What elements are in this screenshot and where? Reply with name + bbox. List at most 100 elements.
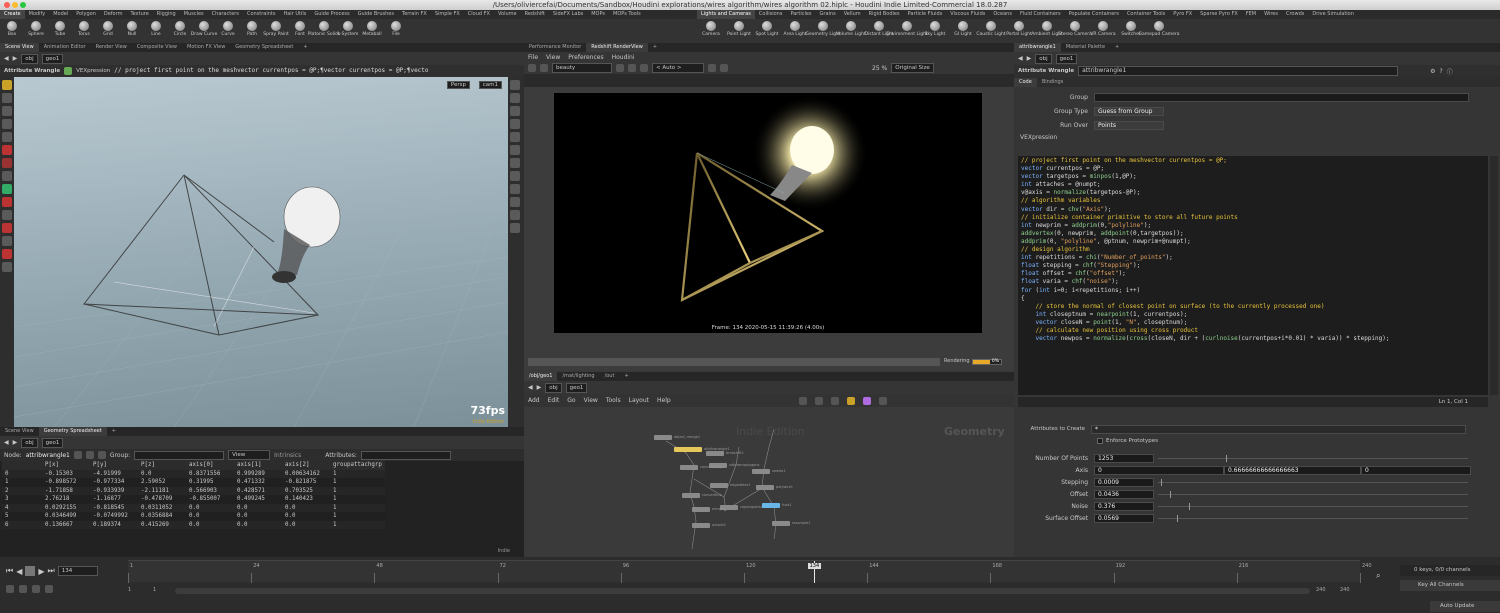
shelf-tab-right-5[interactable]: Rigid Bodies: [865, 10, 904, 19]
stepping-slider[interactable]: [1158, 478, 1468, 486]
zoom-window-button[interactable]: [20, 2, 26, 8]
view-dropdown[interactable]: View: [228, 450, 271, 460]
network-menu-go[interactable]: Go: [567, 397, 575, 404]
path-obj-4[interactable]: obj: [545, 382, 562, 393]
shelf_tools_right-6[interactable]: Distant Light: [865, 19, 893, 43]
shelf-tab-right-10[interactable]: Populate Containers: [1065, 10, 1123, 19]
shelf_tools_left-15[interactable]: Metaball: [360, 19, 384, 43]
range-start-field[interactable]: 1: [128, 587, 131, 593]
spreadsheet-col-header[interactable]: P[y]: [90, 461, 138, 470]
network-node[interactable]: [692, 523, 710, 528]
shelf-tab-right-6[interactable]: Particle Fluids: [904, 10, 947, 19]
shelf_tools_right-11[interactable]: Portal Light: [1005, 19, 1033, 43]
path-obj[interactable]: obj: [21, 53, 38, 64]
grid-icon[interactable]: [814, 396, 823, 405]
tab-render-view[interactable]: Render View: [91, 43, 132, 52]
zoom-value[interactable]: 25 %: [872, 65, 887, 72]
tab-code[interactable]: Code: [1014, 77, 1037, 87]
wrench-icon[interactable]: [798, 396, 807, 405]
shelf-tab-right-1[interactable]: Collisions: [755, 10, 787, 19]
offset-slider[interactable]: [1158, 490, 1468, 498]
snap-icon[interactable]: [2, 158, 12, 168]
shelf-tab-right-16[interactable]: Crowds: [1282, 10, 1308, 19]
param-node-name[interactable]: attribwrangle1: [1078, 66, 1399, 76]
range-end-field[interactable]: 240: [1316, 587, 1326, 593]
shelf_tools_right-16[interactable]: Gamepad Camera: [1139, 19, 1179, 43]
forward-arrow-icon[interactable]: ▶: [13, 55, 18, 62]
key-all-channels-button[interactable]: Key All Channels: [1400, 580, 1500, 591]
render-menu-houdini[interactable]: Houdini: [612, 54, 635, 61]
forward-arrow-icon-2[interactable]: ▶: [13, 439, 18, 446]
move-tool-icon[interactable]: [2, 93, 12, 103]
shelf-tab-5[interactable]: Texture: [126, 10, 152, 19]
shelf_tools_left-10[interactable]: Path: [240, 19, 264, 43]
vertex-attribs-icon[interactable]: [85, 451, 94, 459]
shelf_tools_right-1[interactable]: Point Light: [725, 19, 753, 43]
shelf-tab-4[interactable]: Deform: [100, 10, 127, 19]
grid-snap-icon[interactable]: [2, 171, 12, 181]
noise-field[interactable]: 0.376: [1094, 501, 1154, 511]
timeline-ruler[interactable]: 1 24 48 72 96 120 144 168 192 216 240 134: [128, 560, 1372, 583]
point-display-icon[interactable]: [510, 145, 520, 155]
shelf_tools_right-9[interactable]: GI Light: [949, 19, 977, 43]
shelf_tools_left-1[interactable]: Sphere: [24, 19, 48, 43]
shelf-tab-2[interactable]: Model: [49, 10, 72, 19]
shelf-tab-12[interactable]: Guide Brushes: [354, 10, 398, 19]
point-attribs-icon[interactable]: [73, 451, 82, 459]
network-node[interactable]: [710, 483, 728, 488]
normals-icon[interactable]: [510, 158, 520, 168]
gear-icon[interactable]: ⚙: [1430, 68, 1435, 75]
prim-snap-icon[interactable]: [2, 223, 12, 233]
path-geo1-2[interactable]: geo1: [41, 437, 64, 448]
shelf-tab-right-11[interactable]: Container Tools: [1123, 10, 1169, 19]
vex-code-editor[interactable]: // project first point on the meshvector…: [1018, 156, 1488, 395]
current-frame-field[interactable]: 134: [57, 566, 98, 576]
back-arrow-icon-4[interactable]: ◀: [528, 384, 533, 391]
point-snap-icon[interactable]: [2, 197, 12, 207]
link-icon[interactable]: [510, 210, 520, 220]
grid-display-icon[interactable]: [510, 197, 520, 207]
network-node[interactable]: [756, 485, 774, 490]
back-arrow-icon-5[interactable]: ◀: [1018, 55, 1023, 62]
shelf-tab-right-9[interactable]: Fluid Containers: [1016, 10, 1065, 19]
play-reverse-icon[interactable]: ◀: [16, 567, 22, 576]
aov-dropdown[interactable]: beauty: [552, 63, 612, 73]
magnet-tool-icon[interactable]: [2, 145, 12, 155]
shelf-tab-right-7[interactable]: Viscous Fluids: [946, 10, 989, 19]
shelf-tab-20[interactable]: MOPs Tools: [609, 10, 645, 19]
shelf_tools_left-3[interactable]: Torus: [72, 19, 96, 43]
network-node[interactable]: [674, 447, 702, 452]
network-node[interactable]: [654, 435, 672, 440]
group-type-dropdown[interactable]: Guess from Group: [1094, 106, 1164, 116]
tab-scene-view-2[interactable]: Scene View: [0, 427, 39, 436]
tab-geometry-spreadsheet-2[interactable]: Geometry Spreadsheet: [38, 427, 107, 436]
background-icon[interactable]: [510, 132, 520, 142]
loop-icon[interactable]: [45, 585, 53, 593]
shelf_tools_left-4[interactable]: Grid: [96, 19, 120, 43]
shelf-tab-19[interactable]: MOPs: [587, 10, 609, 19]
range-start-field-2[interactable]: 1: [153, 587, 156, 593]
table-row[interactable]: 5 0.0346499 -0.0749992 0.0356884 0.0 0.0 0.0 1: [2, 512, 385, 521]
color-icon[interactable]: [708, 64, 716, 72]
display-icon[interactable]: [2, 184, 12, 194]
table-row[interactable]: 1 -0.898572 -0.977334 2.59052 0.31995 0.47133…: [2, 478, 385, 487]
stop-icon[interactable]: [25, 566, 36, 576]
add-tab-icon-2[interactable]: +: [107, 427, 121, 436]
shelf-tab-right-14[interactable]: FEM: [1242, 10, 1260, 19]
tab-performance-monitor[interactable]: Performance Monitor: [524, 43, 586, 52]
persp-menu[interactable]: Persp: [446, 80, 470, 89]
select-tool-icon[interactable]: [2, 80, 12, 90]
render-menu-file[interactable]: File: [528, 54, 538, 61]
vex-icon[interactable]: [64, 67, 73, 75]
close-window-button[interactable]: [4, 2, 10, 8]
shelf_tools_left-12[interactable]: Font: [288, 19, 312, 43]
render-scrollbar[interactable]: [528, 358, 940, 366]
sticky-note-icon[interactable]: [846, 396, 855, 405]
surface-offset-field[interactable]: 0.0569: [1094, 513, 1154, 523]
shelf_tools_left-16[interactable]: File: [384, 19, 408, 43]
minimize-window-button[interactable]: [12, 2, 18, 8]
lock-icon[interactable]: [628, 64, 636, 72]
auto-update-button[interactable]: Auto Update: [1430, 601, 1500, 612]
list-icon[interactable]: [830, 396, 839, 405]
shelf-tab-11[interactable]: Guide Process: [310, 10, 353, 19]
